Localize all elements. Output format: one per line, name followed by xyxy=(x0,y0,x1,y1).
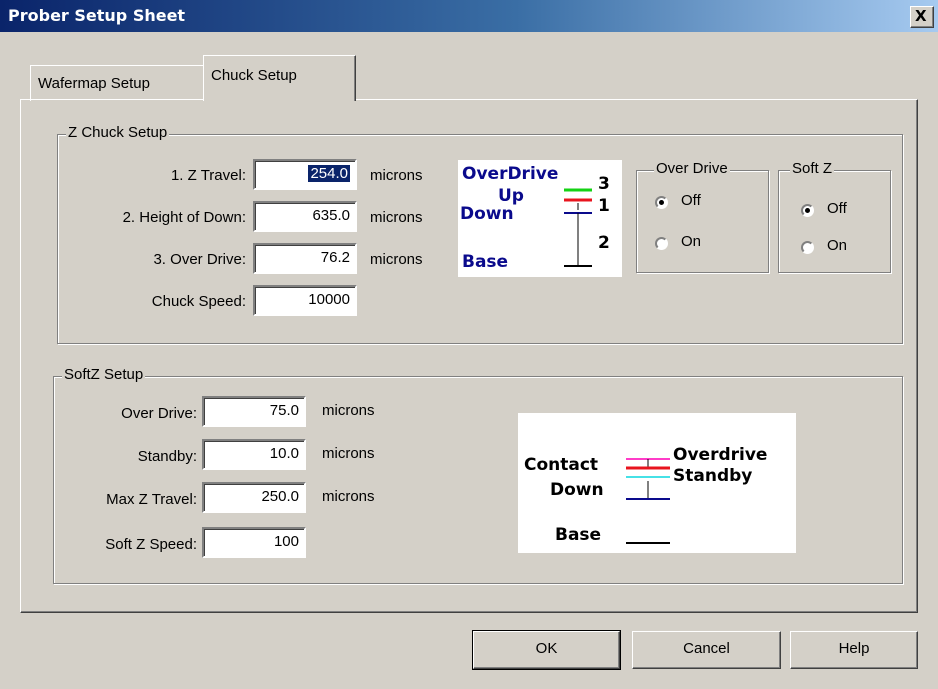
help-button[interactable]: Help xyxy=(790,631,918,669)
chuck-speed-label: Chuck Speed: xyxy=(151,293,246,310)
over-drive-unit: microns xyxy=(370,251,423,268)
height-of-down-label: 2. Height of Down: xyxy=(122,209,246,226)
window-title: Prober Setup Sheet xyxy=(8,6,186,25)
softz-setup-label: SoftZ Setup xyxy=(62,366,146,383)
over-drive-off-radio[interactable] xyxy=(655,196,668,209)
softz-diagram: Contact Down Base Overdrive Standby xyxy=(518,413,796,553)
over-drive-group-label: Over Drive xyxy=(654,160,730,177)
tab-chuck-setup[interactable]: Chuck Setup xyxy=(203,55,356,101)
z-travel-label: 1. Z Travel: xyxy=(170,167,246,184)
z-chuck-diagram: OverDrive Up Down Base 3 1 2 xyxy=(458,160,622,277)
ok-button[interactable]: OK xyxy=(472,630,621,670)
height-of-down-unit: microns xyxy=(370,209,423,226)
z-chuck-setup-label: Z Chuck Setup xyxy=(66,124,170,141)
over-drive-on-label[interactable]: On xyxy=(681,233,701,250)
chuck-speed-field[interactable]: 10000 xyxy=(253,285,357,316)
soft-z-group-label: Soft Z xyxy=(790,160,835,177)
z-travel-field[interactable]: 254.0 xyxy=(253,159,357,190)
soft-z-speed-field[interactable]: 100 xyxy=(202,527,306,558)
max-z-travel-unit: microns xyxy=(322,488,375,505)
z-chuck-diagram-lines xyxy=(564,188,592,267)
over-drive-radio-group xyxy=(636,170,769,273)
soft-z-radio-group xyxy=(778,170,891,273)
over-drive-off-label[interactable]: Off xyxy=(681,192,701,209)
soft-z-off-radio[interactable] xyxy=(801,204,814,217)
over-drive-on-radio[interactable] xyxy=(655,237,668,250)
tab-wafermap-setup[interactable]: Wafermap Setup xyxy=(30,65,205,101)
standby-unit: microns xyxy=(322,445,375,462)
cancel-button[interactable]: Cancel xyxy=(632,631,781,669)
softz-over-drive-label: Over Drive: xyxy=(121,405,197,422)
softz-over-drive-unit: microns xyxy=(322,402,375,419)
softz-over-drive-field[interactable]: 75.0 xyxy=(202,396,306,427)
soft-z-speed-label: Soft Z Speed: xyxy=(105,536,197,553)
z-travel-unit: microns xyxy=(370,167,423,184)
height-of-down-field[interactable]: 635.0 xyxy=(253,201,357,232)
softz-diagram-lines xyxy=(626,458,670,544)
standby-field[interactable]: 10.0 xyxy=(202,439,306,470)
soft-z-on-radio[interactable] xyxy=(801,241,814,254)
over-drive-label: 3. Over Drive: xyxy=(153,251,246,268)
over-drive-field[interactable]: 76.2 xyxy=(253,243,357,274)
close-button[interactable]: X xyxy=(910,6,934,28)
max-z-travel-field[interactable]: 250.0 xyxy=(202,482,306,513)
close-icon: X xyxy=(915,7,927,25)
standby-label: Standby: xyxy=(137,448,197,465)
soft-z-on-label[interactable]: On xyxy=(827,237,847,254)
soft-z-off-label[interactable]: Off xyxy=(827,200,847,217)
max-z-travel-label: Max Z Travel: xyxy=(106,491,197,508)
